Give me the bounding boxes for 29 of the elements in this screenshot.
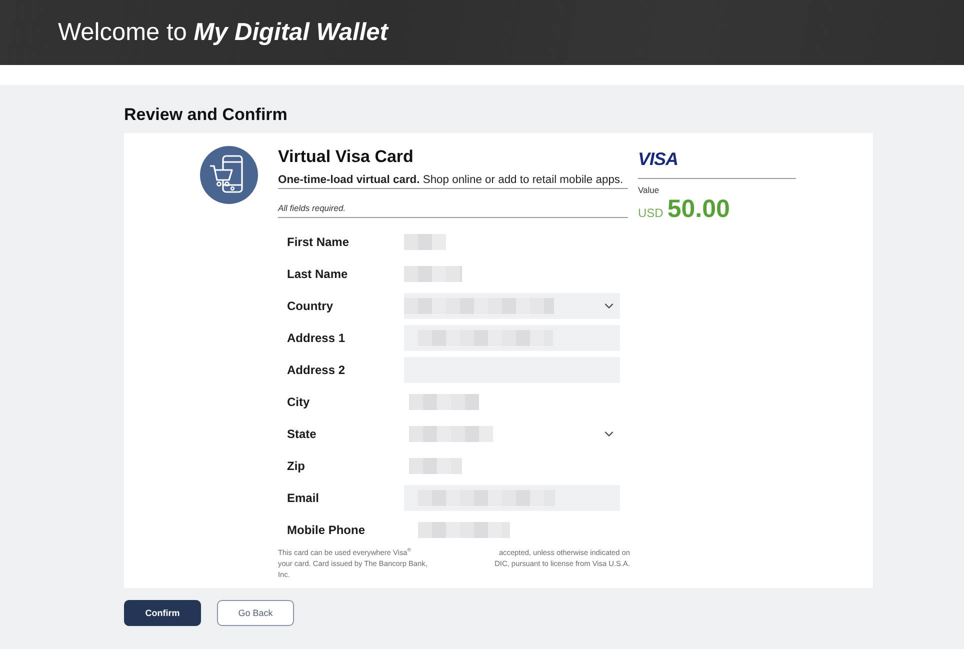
input-field[interactable]: [404, 485, 620, 511]
field-label: Address 1: [287, 331, 346, 345]
back-button[interactable]: Go Back: [217, 600, 294, 626]
field-label: Mobile Phone: [287, 523, 365, 537]
amount-value: 50.00: [667, 196, 730, 222]
field-label: Zip: [287, 459, 305, 473]
value-label: Value: [638, 185, 660, 195]
field-label: First Name: [287, 235, 350, 249]
field-label: Last Name: [287, 267, 348, 281]
confirm-button[interactable]: Confirm: [124, 600, 201, 626]
card-description: One-time-load virtual card. Shop online or add to retail mobile apps.: [278, 172, 628, 189]
redacted-value: [404, 234, 446, 250]
required-note: All fields required.: [278, 189, 628, 218]
redacted-value: [409, 394, 479, 410]
section-heading: Review and Confirm: [124, 105, 288, 125]
card-brand-logo: VISA: [638, 149, 678, 169]
redacted-value: [404, 266, 462, 282]
redacted-value: [409, 458, 462, 474]
card-title: Virtual Visa Card: [278, 146, 414, 168]
input-field[interactable]: [404, 325, 620, 351]
page-title: Welcome to My Digital Wallet: [58, 18, 388, 46]
field-label: Email: [287, 491, 320, 505]
field-label: State: [287, 427, 316, 441]
field-label: Address 2: [287, 363, 346, 377]
phone-cart-icon: [200, 146, 258, 204]
field-label: City: [287, 395, 310, 409]
currency-code: USD: [638, 206, 664, 220]
select-field[interactable]: [404, 293, 620, 319]
field-label: Country: [287, 299, 333, 313]
